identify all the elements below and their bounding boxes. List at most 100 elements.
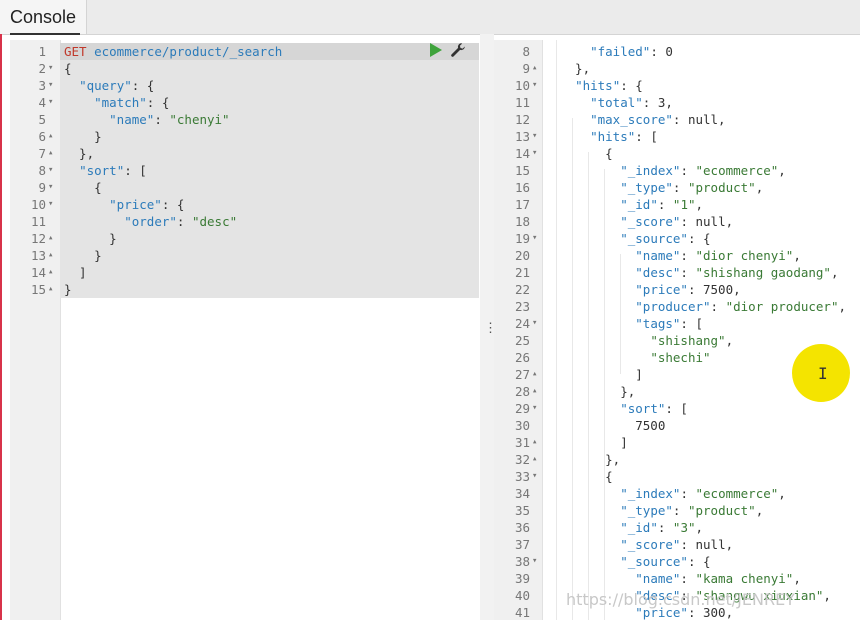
code-line[interactable]: 8 "failed": 0 <box>494 43 860 60</box>
line-number: 37 <box>514 537 530 552</box>
code-line[interactable]: 18 "_score": null, <box>494 213 860 230</box>
request-editor[interactable]: 1 GET ecommerce/product/_search 2 ▾{3 ▾ "que… <box>10 40 481 620</box>
tab-console[interactable]: Console <box>0 0 88 35</box>
play-icon[interactable] <box>430 43 442 57</box>
code-line[interactable]: 37 "_score": null, <box>494 536 860 553</box>
fold-arrow-icon[interactable]: ▴ <box>48 145 58 162</box>
code-line[interactable]: 36 "_id": "3", <box>494 519 860 536</box>
code-line[interactable]: 16 "_type": "product", <box>494 179 860 196</box>
code-line[interactable]: 12 "max_score": null, <box>494 111 860 128</box>
code-line[interactable]: 14 ▴ ] <box>10 264 480 281</box>
fold-arrow-icon[interactable]: ▾ <box>532 553 542 570</box>
code-line[interactable]: 38 ▾ "_source": { <box>494 553 860 570</box>
code-line[interactable]: 17 "_id": "1", <box>494 196 860 213</box>
code-text: }, <box>560 452 621 467</box>
line-number: 15 <box>514 163 530 178</box>
fold-arrow-icon[interactable]: ▾ <box>532 77 542 94</box>
code-line[interactable]: 13 ▴ } <box>10 247 480 264</box>
fold-arrow-icon[interactable]: ▴ <box>532 60 542 77</box>
fold-arrow-icon[interactable]: ▴ <box>532 366 542 383</box>
fold-arrow-icon[interactable]: ▴ <box>532 434 542 451</box>
line-number: 11 <box>514 95 530 110</box>
code-line[interactable]: 9 ▾ { <box>10 179 480 196</box>
line-number: 28 <box>514 384 530 399</box>
line-number: 11 <box>30 214 46 229</box>
code-line[interactable]: 14 ▾ { <box>494 145 860 162</box>
code-line[interactable]: 39 "name": "kama chenyi", <box>494 570 860 587</box>
code-line[interactable]: 19 ▾ "_source": { <box>494 230 860 247</box>
fold-arrow-icon[interactable]: ▾ <box>48 94 58 111</box>
fold-arrow-icon[interactable]: ▴ <box>48 128 58 145</box>
code-text: "_id": "1", <box>620 197 704 212</box>
code-line[interactable]: 23 "producer": "dior producer", <box>494 298 860 315</box>
code-line[interactable]: 32 ▴ }, <box>494 451 860 468</box>
code-text: "shishang", <box>650 333 734 348</box>
code-line[interactable]: 15 "_index": "ecommerce", <box>494 162 860 179</box>
wrench-icon[interactable] <box>450 42 466 58</box>
code-line[interactable]: 12 ▴ } <box>10 230 480 247</box>
code-line[interactable]: 1 GET ecommerce/product/_search <box>10 43 480 60</box>
code-line[interactable]: 22 "price": 7500, <box>494 281 860 298</box>
code-line[interactable]: 20 "name": "dior chenyi", <box>494 247 860 264</box>
line-number: 20 <box>514 248 530 263</box>
line-number: 14 <box>514 146 530 161</box>
fold-arrow-icon[interactable]: ▾ <box>532 128 542 145</box>
code-text: "total": 3, <box>590 95 673 110</box>
code-line[interactable]: 35 "_type": "product", <box>494 502 860 519</box>
code-line[interactable]: 25 "shishang", <box>494 332 860 349</box>
line-number: 9 <box>38 180 46 195</box>
code-line[interactable]: 10 ▾ "hits": { <box>494 77 860 94</box>
fold-arrow-icon[interactable]: ▾ <box>532 468 542 485</box>
code-line[interactable]: 6 ▴ } <box>10 128 480 145</box>
code-text: "_id": "3", <box>620 520 704 535</box>
code-line[interactable]: 5 "name": "chenyi" <box>10 111 480 128</box>
fold-arrow-icon[interactable]: ▾ <box>48 77 58 94</box>
line-number: 40 <box>514 588 530 603</box>
response-viewer[interactable]: 8 "failed": 0 9 ▴ }, 10 ▾ "hits": {11 "total… <box>494 40 860 620</box>
code-line[interactable]: 24 ▾ "tags": [ <box>494 315 860 332</box>
code-line[interactable]: 8 ▾ "sort": [ <box>10 162 480 179</box>
code-line[interactable]: 34 "_index": "ecommerce", <box>494 485 860 502</box>
code-text: "producer": "dior producer", <box>635 299 847 314</box>
code-line[interactable]: 31 ▴ ] <box>494 434 860 451</box>
code-line[interactable]: 9 ▴ }, <box>494 60 860 77</box>
code-line[interactable]: 11 "order": "desc" <box>10 213 480 230</box>
code-text: { <box>560 146 613 161</box>
fold-arrow-icon[interactable]: ▴ <box>48 264 58 281</box>
code-line[interactable]: 13 ▾ "hits": [ <box>494 128 860 145</box>
fold-arrow-icon[interactable]: ▴ <box>532 451 542 468</box>
code-text: ] <box>560 435 628 450</box>
code-line[interactable]: 15 ▴} <box>10 281 480 298</box>
line-number: 29 <box>514 401 530 416</box>
fold-arrow-icon[interactable]: ▾ <box>532 400 542 417</box>
code-line[interactable]: 30 7500 <box>494 417 860 434</box>
code-line[interactable]: 29 ▾ "sort": [ <box>494 400 860 417</box>
fold-arrow-icon[interactable]: ▴ <box>48 281 58 298</box>
code-text: "_score": null, <box>620 537 734 552</box>
panel-resizer[interactable]: ⋮ <box>480 34 497 620</box>
line-number: 33 <box>514 469 530 484</box>
fold-arrow-icon[interactable]: ▴ <box>532 383 542 400</box>
code-line[interactable]: 7 ▴ }, <box>10 145 480 162</box>
code-line[interactable]: 33 ▾ { <box>494 468 860 485</box>
line-number: 4 <box>38 95 46 110</box>
line-number: 36 <box>514 520 530 535</box>
line-number: 14 <box>30 265 46 280</box>
fold-arrow-icon[interactable]: ▾ <box>48 60 58 77</box>
fold-arrow-icon[interactable]: ▴ <box>48 230 58 247</box>
fold-arrow-icon[interactable]: ▾ <box>532 230 542 247</box>
fold-arrow-icon[interactable]: ▴ <box>48 247 58 264</box>
code-line[interactable]: 2 ▾ { <box>10 60 480 77</box>
fold-arrow-icon[interactable]: ▾ <box>48 162 58 179</box>
code-line[interactable]: 21 "desc": "shishang gaodang", <box>494 264 860 281</box>
fold-arrow-icon[interactable]: ▾ <box>532 315 542 332</box>
code-text: } <box>64 282 72 297</box>
code-line[interactable]: 10 ▾ "price": { <box>10 196 480 213</box>
fold-arrow-icon[interactable]: ▾ <box>48 179 58 196</box>
code-text: "_index": "ecommerce", <box>620 163 786 178</box>
fold-arrow-icon[interactable]: ▾ <box>48 196 58 213</box>
code-line[interactable]: 11 "total": 3, <box>494 94 860 111</box>
code-line[interactable]: 3 ▾ "query": { <box>10 77 480 94</box>
fold-arrow-icon[interactable]: ▾ <box>532 145 542 162</box>
code-line[interactable]: 4 ▾ "match": { <box>10 94 480 111</box>
